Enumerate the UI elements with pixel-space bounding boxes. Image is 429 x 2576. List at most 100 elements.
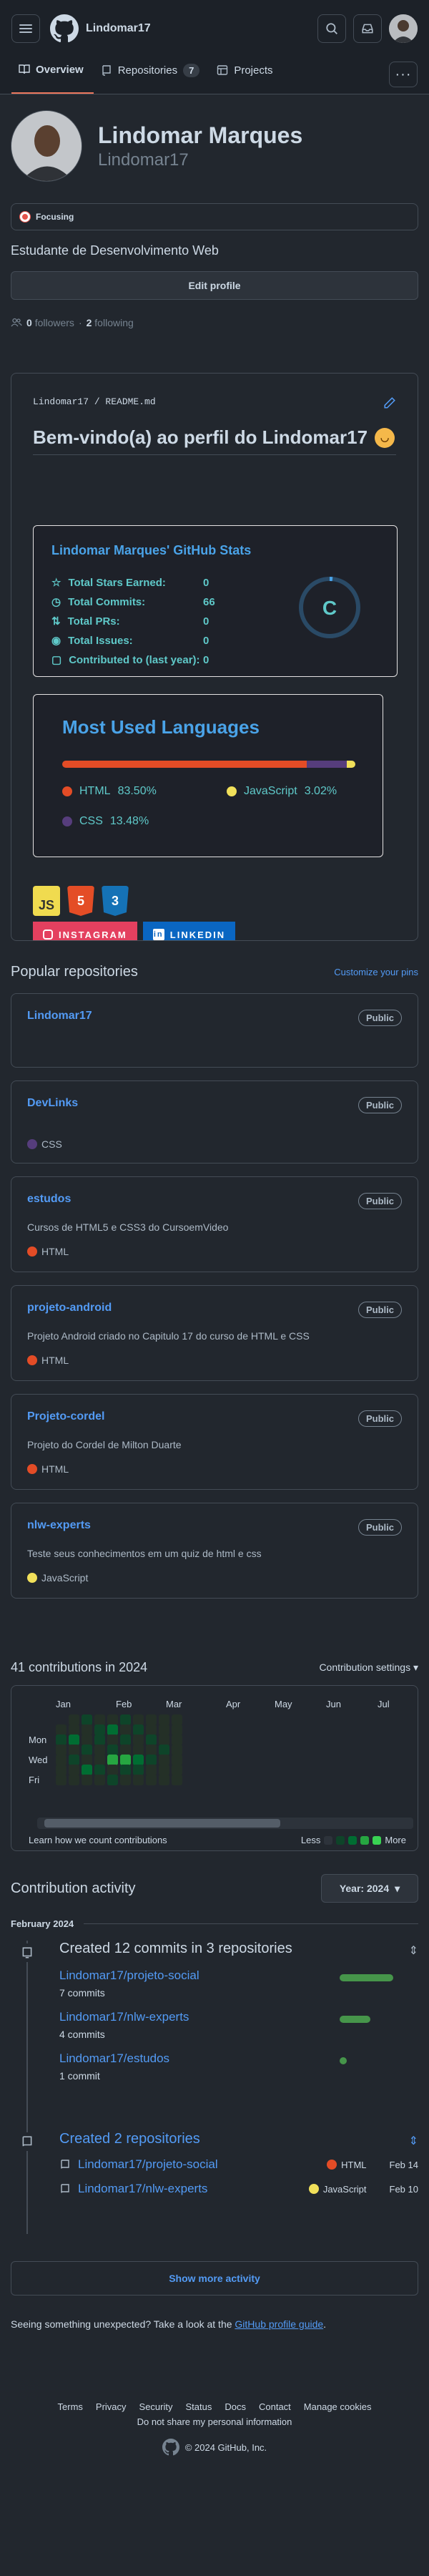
repo-name-link[interactable]: Lindomar17 xyxy=(27,1010,92,1022)
footer-link[interactable]: Docs xyxy=(225,2401,246,2412)
contribution-day[interactable] xyxy=(107,1755,118,1765)
contribution-day[interactable] xyxy=(120,1714,131,1725)
contribution-day[interactable] xyxy=(94,1735,105,1745)
contribution-day[interactable] xyxy=(133,1775,144,1785)
contribution-day[interactable] xyxy=(133,1765,144,1775)
contribution-day[interactable] xyxy=(94,1775,105,1785)
created-repo-link[interactable]: Lindomar17/nlw-experts xyxy=(78,2182,207,2196)
contribution-day[interactable] xyxy=(159,1724,169,1735)
contribution-day[interactable] xyxy=(82,1714,92,1725)
commit-repo-link[interactable]: Lindomar17/nlw-experts xyxy=(59,2010,189,2024)
contribution-day[interactable] xyxy=(69,1745,79,1755)
tab-overview[interactable]: Overview xyxy=(11,57,94,94)
contribution-day[interactable] xyxy=(82,1745,92,1755)
contribution-day[interactable] xyxy=(69,1755,79,1765)
contribution-day[interactable] xyxy=(94,1724,105,1735)
github-logo-icon[interactable] xyxy=(50,14,79,43)
footer-link[interactable]: Security xyxy=(139,2401,173,2412)
contribution-day[interactable] xyxy=(94,1755,105,1765)
repo-name-link[interactable]: Projeto-cordel xyxy=(27,1410,104,1423)
footer-link[interactable]: Terms xyxy=(58,2401,83,2412)
contribution-day[interactable] xyxy=(69,1724,79,1735)
contribution-day[interactable] xyxy=(146,1755,157,1765)
contribution-day[interactable] xyxy=(159,1745,169,1755)
contribution-day[interactable] xyxy=(172,1775,182,1785)
contribution-day[interactable] xyxy=(172,1755,182,1765)
commit-repo-link[interactable]: Lindomar17/projeto-social xyxy=(59,1968,199,1982)
user-avatar-button[interactable] xyxy=(389,14,418,43)
contribution-day[interactable] xyxy=(82,1724,92,1735)
contribution-day[interactable] xyxy=(172,1735,182,1745)
repo-name-link[interactable]: nlw-experts xyxy=(27,1519,91,1531)
contribution-settings-button[interactable]: Contribution settings ▾ xyxy=(319,1662,418,1674)
contribution-day[interactable] xyxy=(56,1775,66,1785)
contribution-day[interactable] xyxy=(82,1755,92,1765)
contribution-day[interactable] xyxy=(56,1724,66,1735)
contribution-day[interactable] xyxy=(107,1745,118,1755)
contribution-day[interactable] xyxy=(56,1755,66,1765)
contribution-day[interactable] xyxy=(69,1775,79,1785)
contribution-day[interactable] xyxy=(159,1755,169,1765)
contribution-day[interactable] xyxy=(56,1765,66,1775)
contribution-day[interactable] xyxy=(172,1724,182,1735)
contribution-day[interactable] xyxy=(133,1735,144,1745)
profile-avatar[interactable] xyxy=(11,110,82,182)
followers-link[interactable]: 0 followers xyxy=(26,317,74,328)
repo-name-link[interactable]: projeto-android xyxy=(27,1302,112,1314)
footer-link[interactable]: Privacy xyxy=(96,2401,127,2412)
contribution-day[interactable] xyxy=(120,1735,131,1745)
contribution-day[interactable] xyxy=(94,1714,105,1725)
fold-icon[interactable]: ⇕ xyxy=(409,2134,418,2148)
contribution-day[interactable] xyxy=(133,1724,144,1735)
contribution-day[interactable] xyxy=(82,1765,92,1775)
contribution-day[interactable] xyxy=(107,1765,118,1775)
contribution-day[interactable] xyxy=(120,1765,131,1775)
footer-link[interactable]: Contact xyxy=(259,2401,291,2412)
contribution-day[interactable] xyxy=(146,1775,157,1785)
contribution-day[interactable] xyxy=(107,1775,118,1785)
year-select[interactable]: Year: 2024 ▾ xyxy=(321,1874,418,1903)
contribution-day[interactable] xyxy=(69,1735,79,1745)
contribution-day[interactable] xyxy=(159,1775,169,1785)
footer-link[interactable]: Manage cookies xyxy=(304,2401,372,2412)
contribution-day[interactable] xyxy=(159,1714,169,1725)
tab-repositories[interactable]: Repositories 7 xyxy=(94,57,210,94)
contribution-day[interactable] xyxy=(107,1714,118,1725)
created-repo-link[interactable]: Lindomar17/projeto-social xyxy=(78,2157,218,2172)
contribution-day[interactable] xyxy=(82,1735,92,1745)
fold-icon[interactable]: ⇕ xyxy=(409,1943,418,1958)
following-link[interactable]: 2 following xyxy=(87,317,134,328)
contribution-day[interactable] xyxy=(107,1724,118,1735)
contribution-day[interactable] xyxy=(107,1735,118,1745)
commit-repo-link[interactable]: Lindomar17/estudos xyxy=(59,2051,169,2065)
contribution-day[interactable] xyxy=(159,1735,169,1745)
contribution-day[interactable] xyxy=(69,1714,79,1725)
repo-name-link[interactable]: DevLinks xyxy=(27,1097,78,1109)
footer-link[interactable]: Status xyxy=(186,2401,212,2412)
contribution-day[interactable] xyxy=(146,1714,157,1725)
do-not-share-link[interactable]: Do not share my personal information xyxy=(11,2416,418,2427)
contribution-day[interactable] xyxy=(172,1745,182,1755)
contribution-day[interactable] xyxy=(56,1735,66,1745)
tab-projects[interactable]: Projects xyxy=(209,57,282,94)
customize-pins-link[interactable]: Customize your pins xyxy=(334,967,418,977)
contribution-day[interactable] xyxy=(120,1745,131,1755)
contribution-day[interactable] xyxy=(172,1714,182,1725)
edit-profile-button[interactable]: Edit profile xyxy=(11,271,418,300)
contribution-day[interactable] xyxy=(159,1765,169,1775)
contribution-day[interactable] xyxy=(120,1724,131,1735)
contribution-day[interactable] xyxy=(172,1765,182,1775)
show-more-activity-button[interactable]: Show more activity xyxy=(11,2261,418,2296)
pencil-icon[interactable] xyxy=(383,396,396,409)
status-badge[interactable]: Focusing xyxy=(11,203,418,230)
contribution-day[interactable] xyxy=(133,1755,144,1765)
contribution-day[interactable] xyxy=(56,1714,66,1725)
contribution-day[interactable] xyxy=(56,1745,66,1755)
contribution-day[interactable] xyxy=(146,1745,157,1755)
linkedin-badge[interactable]: in LINKEDIN xyxy=(142,922,236,940)
contribution-day[interactable] xyxy=(120,1755,131,1765)
header-username[interactable]: Lindomar17 xyxy=(86,22,151,35)
profile-guide-link[interactable]: GitHub profile guide xyxy=(235,2318,323,2330)
inbox-button[interactable] xyxy=(353,14,382,43)
repo-name-link[interactable]: estudos xyxy=(27,1193,71,1205)
